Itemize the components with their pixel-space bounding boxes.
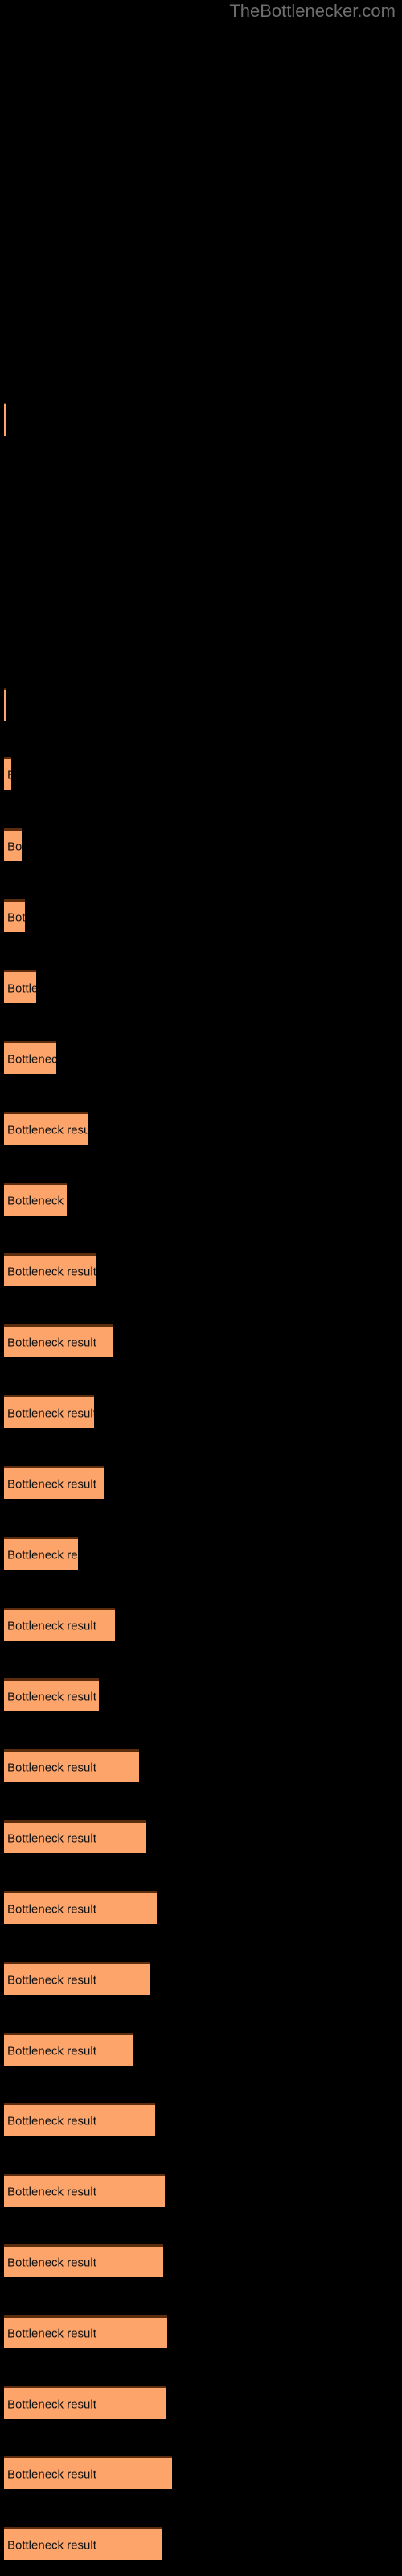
bar-row: Bottleneck result xyxy=(0,1324,402,1360)
bar: Bottleneck result xyxy=(4,1183,67,1216)
bar-row: Bottleneck result xyxy=(0,402,402,438)
bar-label: Bottleneck result xyxy=(7,1619,96,1633)
bar: Bottleneck result xyxy=(4,1466,104,1499)
bar-label: Bottleneck result xyxy=(7,1761,96,1775)
bar: Bottleneck result xyxy=(4,2244,163,2277)
bar-row: Bottleneck result xyxy=(0,2103,402,2138)
bar: Bottleneck result xyxy=(4,1112,88,1145)
bar-row: Bottleneck result xyxy=(0,1537,402,1572)
bar: Bottleneck result xyxy=(4,1395,94,1428)
bar-label: Bottleneck result xyxy=(7,1123,88,1137)
bar-row: Bottleneck result xyxy=(0,688,402,724)
bar-label: Bottleneck result xyxy=(7,1477,96,1492)
bar: Bottleneck result xyxy=(4,1608,115,1641)
bar: Bottleneck result xyxy=(4,2456,172,2489)
bar: Bottleneck result xyxy=(4,2527,162,2560)
bar-label: Bottleneck result xyxy=(7,769,11,782)
bar-label: Bottleneck result xyxy=(7,1690,96,1704)
bar: Bottleneck result xyxy=(4,402,6,436)
bar-row: Bottleneck result xyxy=(0,1962,402,1997)
bar-row: Bottleneck result xyxy=(0,2315,402,2351)
bar-row: Bottleneck result xyxy=(0,1678,402,1714)
bar-label: Bottleneck result xyxy=(7,1335,96,1350)
bar-label: Bottleneck result xyxy=(7,1831,96,1846)
bar: Bottleneck result xyxy=(4,1891,157,1924)
bar-label: Bottleneck result xyxy=(7,910,25,925)
bar-row: Bottleneck result xyxy=(0,2174,402,2209)
bar: Bottleneck result xyxy=(4,2103,155,2136)
bar-row: Bottleneck result xyxy=(0,899,402,935)
bar-row: Bottleneck result xyxy=(0,970,402,1005)
bar-label: Bottleneck result xyxy=(7,1902,96,1917)
bar-label: Bottleneck result xyxy=(7,840,22,854)
bar: Bottleneck result xyxy=(4,899,25,932)
bar-label: Bottleneck result xyxy=(7,2326,96,2341)
bar: Bottleneck result xyxy=(4,757,11,790)
plot-area: Bottleneck result Bottleneck result Bottle… xyxy=(0,0,402,2576)
bar-row: Bottleneck result xyxy=(0,1608,402,1643)
bar: Bottleneck result xyxy=(4,2033,133,2066)
bar-row: Bottleneck result xyxy=(0,1253,402,1289)
bar-label: Bottleneck result xyxy=(7,2044,96,2058)
bar-label: Bottleneck result xyxy=(7,2538,96,2553)
bar-row: Bottleneck result xyxy=(0,2456,402,2491)
bar-label: Bottleneck result xyxy=(7,2256,96,2270)
bar-row: Bottleneck result xyxy=(0,1466,402,1501)
bar-row: Bottleneck result xyxy=(0,828,402,864)
bar-label: Bottleneck result xyxy=(7,1052,56,1067)
bar: Bottleneck result xyxy=(4,1820,146,1853)
bar: Bottleneck result xyxy=(4,1537,78,1570)
bar: Bottleneck result xyxy=(4,1749,139,1782)
bar-label: Bottleneck result xyxy=(7,2114,96,2128)
bar-label: Bottleneck result xyxy=(7,2397,96,2412)
bar: Bottleneck result xyxy=(4,688,6,721)
bar: Bottleneck result xyxy=(4,1962,150,1995)
bar-row: Bottleneck result xyxy=(0,2527,402,2562)
bar-row: Bottleneck result xyxy=(0,2244,402,2280)
bar-row: Bottleneck result xyxy=(0,1395,402,1430)
bar-row: Bottleneck result xyxy=(0,1891,402,1926)
bar-label: Bottleneck result xyxy=(7,1973,96,1988)
bar: Bottleneck result xyxy=(4,970,36,1003)
bar-row: Bottleneck result xyxy=(0,757,402,792)
bar-label: Bottleneck result xyxy=(7,1406,94,1421)
bar-label: Bottleneck result xyxy=(7,981,36,996)
bar-row: Bottleneck result xyxy=(0,2033,402,2068)
bar: Bottleneck result xyxy=(4,828,22,861)
bar-chart-root: Bottleneck result Bottleneck result Bottle… xyxy=(0,0,402,2576)
bar-label: Bottleneck result xyxy=(7,1265,96,1279)
bar-label: Bottleneck result xyxy=(7,2467,96,2482)
bar: Bottleneck result xyxy=(4,1253,96,1286)
bar-row: Bottleneck result xyxy=(0,1041,402,1076)
bar-row: Bottleneck result xyxy=(0,1820,402,1856)
bar-label: Bottleneck result xyxy=(7,1194,67,1208)
bar: Bottleneck result xyxy=(4,2386,166,2419)
bar-row: Bottleneck result xyxy=(0,1749,402,1785)
bar: Bottleneck result xyxy=(4,2174,165,2207)
bar-row: Bottleneck result xyxy=(0,1112,402,1147)
bar: Bottleneck result xyxy=(4,2315,167,2348)
bar-row: Bottleneck result xyxy=(0,1183,402,1218)
site-watermark: TheBottlenecker.com xyxy=(229,1,396,21)
bar: Bottleneck result xyxy=(4,1678,99,1711)
bar: Bottleneck result xyxy=(4,1041,56,1074)
bar: Bottleneck result xyxy=(4,1324,113,1357)
bar-label: Bottleneck result xyxy=(7,1548,78,1563)
bar-row: Bottleneck result xyxy=(0,2386,402,2421)
bar-label: Bottleneck result xyxy=(7,2185,96,2199)
